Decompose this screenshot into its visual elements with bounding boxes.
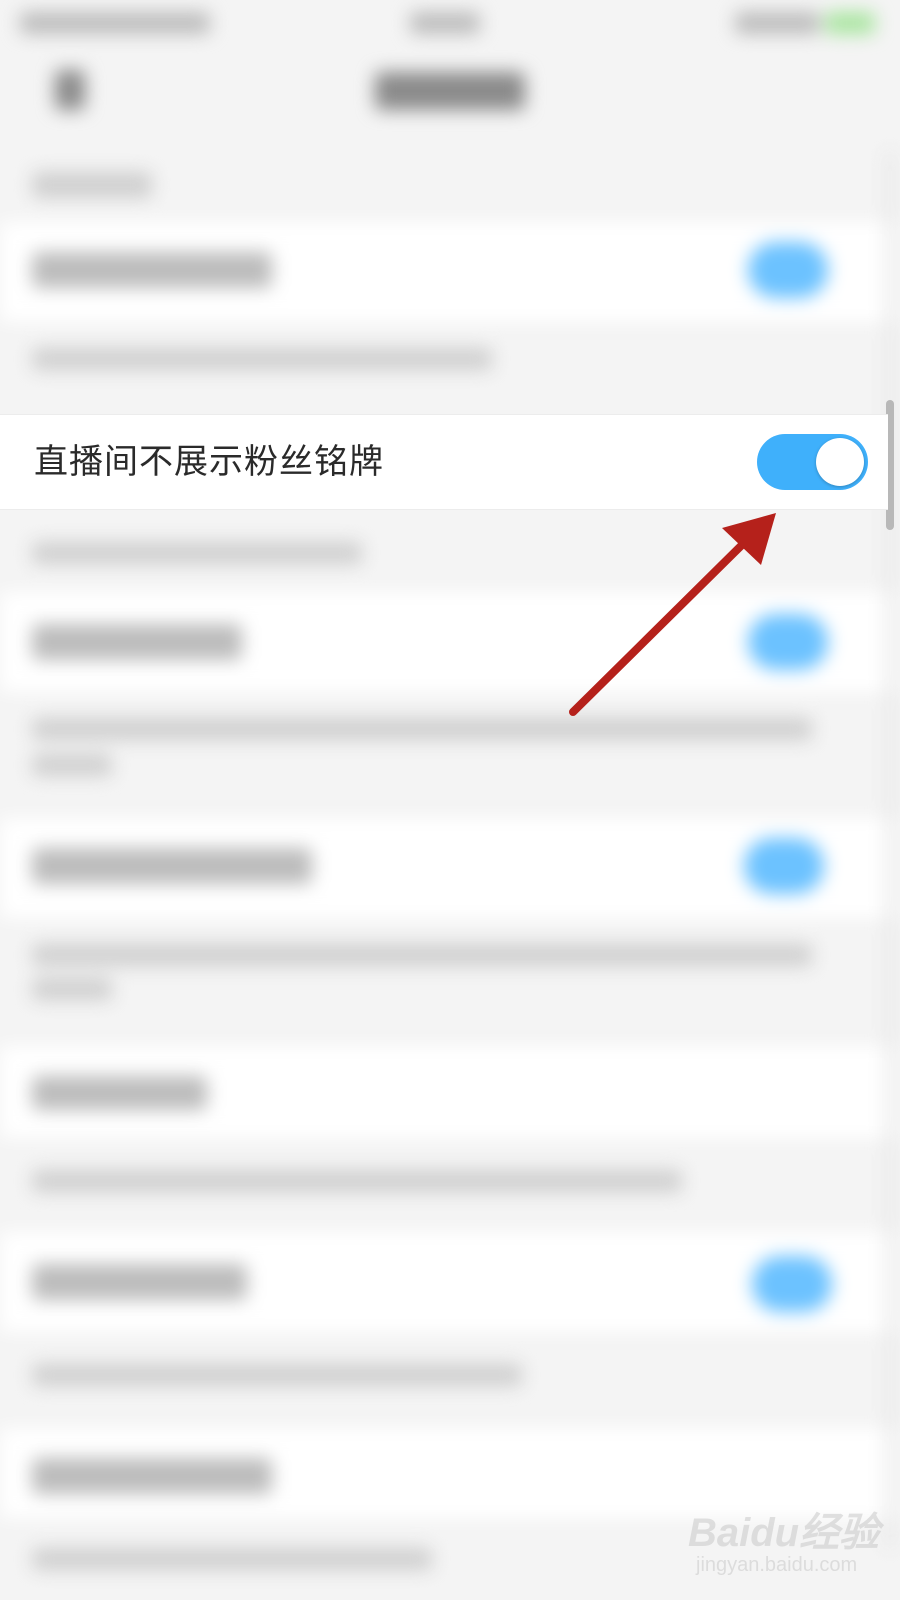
- setting-row-hide-fan-badge[interactable]: 直播间不展示粉丝铭牌: [0, 414, 888, 510]
- toggle-knob: [816, 438, 864, 486]
- watermark-logo: Baidu经验: [688, 1511, 880, 1555]
- setting-label: 直播间不展示粉丝铭牌: [34, 442, 384, 482]
- hide-fan-badge-toggle[interactable]: [757, 434, 868, 490]
- watermark-url: jingyan.baidu.com: [696, 1554, 858, 1576]
- watermark: Baidu经验 jingyan.baidu.com: [688, 1500, 888, 1590]
- blurred-background: [0, 0, 900, 1600]
